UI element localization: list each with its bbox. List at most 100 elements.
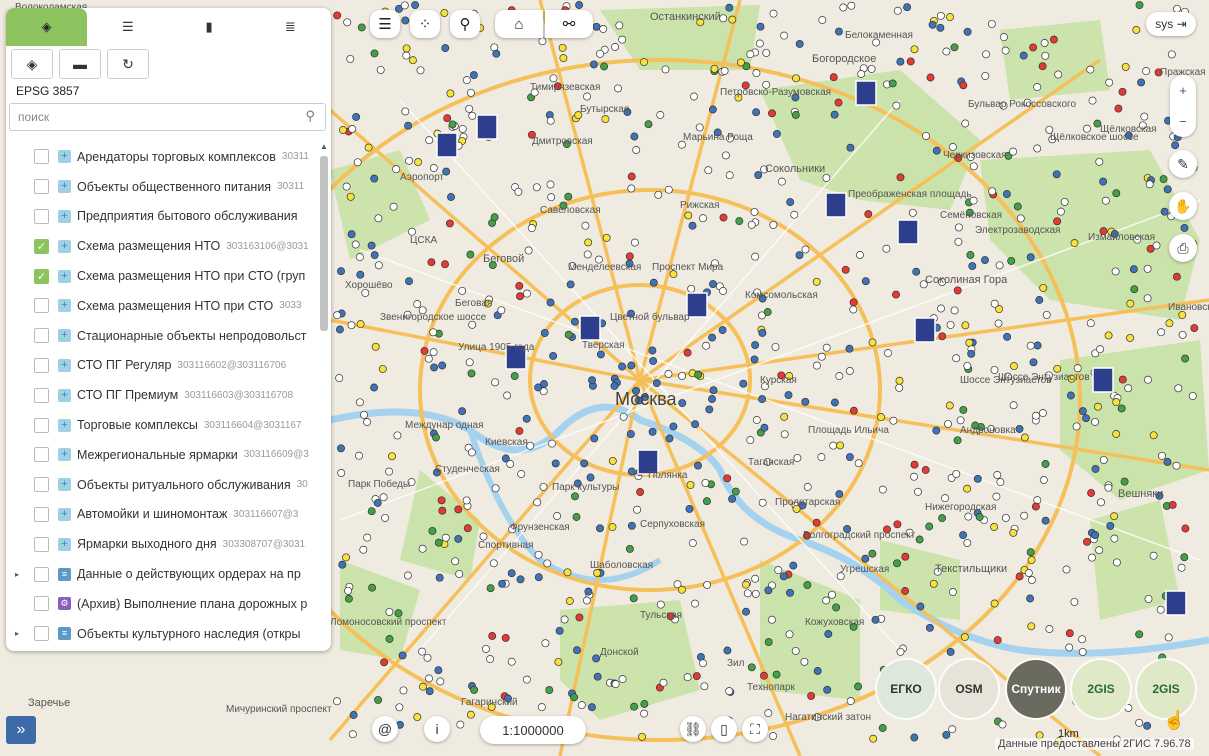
poi-marker[interactable] bbox=[953, 286, 962, 295]
poi-marker[interactable] bbox=[572, 513, 581, 521]
poi-marker[interactable] bbox=[333, 697, 341, 706]
poi-marker[interactable] bbox=[1015, 572, 1024, 581]
refresh-icon[interactable]: ↻ bbox=[107, 49, 149, 79]
tab-book[interactable]: ▮ bbox=[169, 8, 250, 46]
poi-marker[interactable] bbox=[1167, 50, 1176, 59]
poi-marker[interactable] bbox=[961, 119, 970, 128]
poi-marker[interactable] bbox=[967, 349, 976, 358]
poi-marker[interactable] bbox=[1159, 175, 1168, 184]
poi-marker[interactable] bbox=[338, 560, 347, 569]
poi-marker[interactable] bbox=[570, 693, 579, 702]
poi-marker[interactable] bbox=[602, 233, 611, 242]
poi-marker[interactable] bbox=[357, 23, 366, 32]
tab-list[interactable]: ≣ bbox=[250, 8, 331, 46]
poi-marker[interactable] bbox=[878, 485, 887, 494]
poi-marker[interactable] bbox=[524, 246, 533, 255]
poi-marker[interactable] bbox=[402, 44, 411, 53]
poi-marker[interactable] bbox=[416, 66, 425, 75]
poi-marker[interactable] bbox=[454, 505, 463, 514]
layer-checkbox[interactable] bbox=[34, 357, 49, 373]
poi-marker[interactable] bbox=[625, 544, 634, 553]
poi-marker[interactable] bbox=[349, 711, 358, 719]
poi-marker[interactable] bbox=[1009, 528, 1018, 537]
poi-marker[interactable] bbox=[342, 553, 350, 562]
poi-marker[interactable] bbox=[359, 545, 368, 554]
layer-row[interactable]: ✓ + Схема размещения НТО 303163106@3031 bbox=[6, 231, 318, 261]
poi-marker[interactable] bbox=[363, 418, 372, 426]
poi-marker[interactable] bbox=[492, 49, 501, 58]
poi-marker[interactable] bbox=[543, 559, 552, 568]
poi-marker[interactable] bbox=[441, 44, 450, 53]
poi-marker[interactable] bbox=[1020, 511, 1029, 520]
at-icon[interactable]: @ bbox=[372, 716, 398, 742]
poi-marker[interactable] bbox=[374, 214, 383, 223]
poi-marker[interactable] bbox=[614, 84, 622, 93]
poi-marker[interactable] bbox=[467, 448, 476, 457]
poi-marker[interactable] bbox=[944, 419, 952, 428]
poi-marker[interactable] bbox=[462, 496, 471, 505]
poi-marker[interactable] bbox=[654, 190, 663, 199]
poi-marker[interactable] bbox=[747, 663, 756, 672]
poi-marker[interactable] bbox=[437, 496, 446, 505]
poi-marker[interactable] bbox=[932, 146, 941, 155]
poi-marker[interactable] bbox=[385, 635, 394, 643]
poi-marker[interactable] bbox=[367, 507, 376, 516]
poi-marker[interactable] bbox=[959, 405, 968, 414]
poi-marker[interactable] bbox=[1142, 67, 1151, 76]
poi-marker[interactable] bbox=[901, 587, 910, 595]
poi-marker[interactable] bbox=[1065, 629, 1074, 638]
poi-marker[interactable] bbox=[1027, 622, 1036, 631]
poi-marker[interactable] bbox=[754, 171, 763, 180]
poi-marker[interactable] bbox=[981, 71, 990, 80]
poi-marker[interactable] bbox=[910, 472, 918, 481]
poi-marker[interactable] bbox=[915, 535, 924, 544]
poi-marker[interactable] bbox=[1027, 576, 1036, 585]
poi-marker[interactable] bbox=[892, 101, 901, 110]
poi-marker[interactable] bbox=[514, 187, 523, 196]
basemap-egko[interactable]: ЕГКО bbox=[877, 660, 935, 718]
layer-checkbox[interactable] bbox=[34, 596, 49, 612]
poi-marker[interactable] bbox=[1029, 43, 1038, 52]
poi-marker[interactable] bbox=[490, 213, 499, 222]
poi-marker[interactable] bbox=[893, 520, 902, 529]
poi-marker[interactable] bbox=[849, 298, 858, 307]
poi-marker[interactable] bbox=[583, 92, 591, 101]
poi-marker[interactable] bbox=[446, 89, 455, 98]
poi-marker[interactable] bbox=[1041, 516, 1050, 525]
poi-marker[interactable] bbox=[1045, 625, 1054, 633]
poi-marker[interactable] bbox=[522, 675, 531, 684]
poi-marker[interactable] bbox=[760, 671, 768, 680]
layer-row[interactable]: ▸ ≡ Данные о действующих ордерах на пр bbox=[6, 559, 318, 589]
poi-marker[interactable] bbox=[846, 143, 855, 152]
poi-marker[interactable] bbox=[791, 646, 800, 655]
poi-marker[interactable] bbox=[534, 550, 543, 559]
poi-marker[interactable] bbox=[413, 713, 422, 722]
poi-marker[interactable] bbox=[1157, 328, 1166, 337]
poi-marker[interactable] bbox=[723, 646, 732, 655]
poi-marker[interactable] bbox=[404, 121, 413, 130]
poi-marker[interactable] bbox=[835, 372, 844, 381]
layer-checkbox[interactable] bbox=[34, 566, 49, 582]
poi-marker[interactable] bbox=[565, 597, 574, 605]
poi-marker[interactable] bbox=[435, 573, 444, 582]
poi-marker[interactable] bbox=[877, 413, 885, 422]
poi-marker[interactable] bbox=[1158, 451, 1166, 460]
poi-marker[interactable] bbox=[355, 398, 364, 407]
poi-marker[interactable] bbox=[580, 459, 589, 468]
poi-marker[interactable] bbox=[501, 454, 510, 463]
print-icon[interactable]: ⎙ bbox=[1169, 234, 1197, 262]
poi-marker[interactable] bbox=[1095, 546, 1104, 555]
poi-marker[interactable] bbox=[830, 110, 839, 119]
poi-marker[interactable] bbox=[378, 364, 387, 373]
poi-marker[interactable] bbox=[893, 559, 901, 568]
poi-marker[interactable] bbox=[420, 346, 429, 355]
poi-marker[interactable] bbox=[780, 412, 789, 421]
poi-marker[interactable] bbox=[932, 426, 941, 435]
poi-marker[interactable] bbox=[540, 329, 549, 337]
poi-marker[interactable] bbox=[1118, 87, 1127, 96]
poi-marker[interactable] bbox=[735, 217, 744, 226]
poi-marker[interactable] bbox=[560, 615, 569, 624]
poi-marker[interactable] bbox=[709, 386, 718, 395]
poi-marker[interactable] bbox=[1070, 597, 1079, 606]
poi-marker[interactable] bbox=[990, 299, 999, 308]
